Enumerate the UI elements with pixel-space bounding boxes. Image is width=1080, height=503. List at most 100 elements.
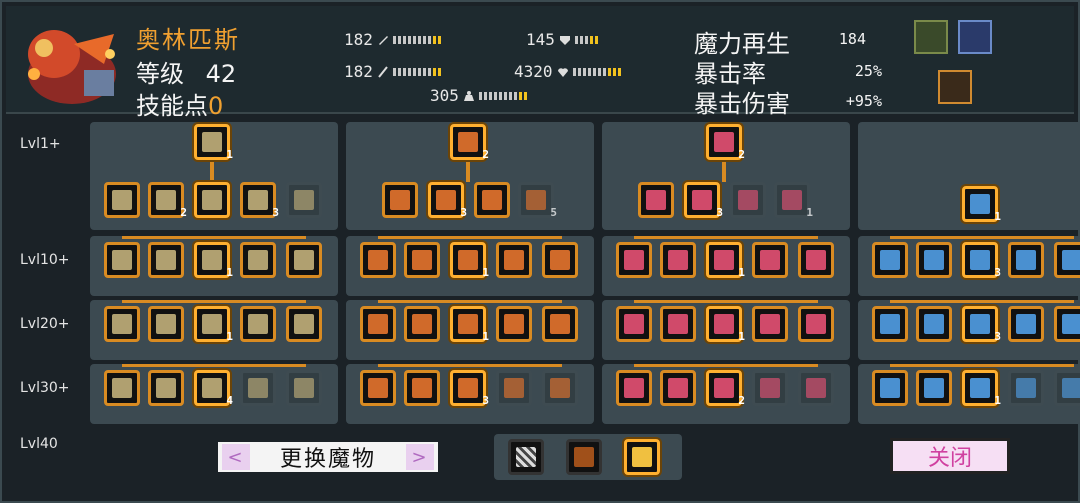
skill-glyph-icon xyxy=(668,250,688,270)
skill-node[interactable] xyxy=(104,242,140,278)
sparkle-skill-slot[interactable] xyxy=(624,439,660,475)
skill-node[interactable] xyxy=(496,306,532,342)
skill-node[interactable] xyxy=(730,182,766,218)
skill-node[interactable]: 3 xyxy=(428,182,467,219)
skill-node[interactable] xyxy=(496,242,532,278)
skill-node[interactable] xyxy=(1008,370,1044,406)
skill-node[interactable] xyxy=(752,306,788,342)
skill-glyph-icon xyxy=(714,314,734,334)
leaf-up-icon[interactable] xyxy=(914,20,948,54)
skill-node[interactable]: 4 xyxy=(194,370,233,407)
skill-node[interactable] xyxy=(616,306,652,342)
skill-node[interactable]: 1 xyxy=(194,242,233,279)
skill-node[interactable] xyxy=(104,182,140,218)
skill-node[interactable] xyxy=(872,242,908,278)
skill-node[interactable] xyxy=(638,182,674,218)
skill-glyph-icon xyxy=(970,314,990,334)
tree-connector xyxy=(890,300,1074,303)
skill-node[interactable] xyxy=(916,306,952,342)
fire-claw-skill-slot[interactable] xyxy=(566,439,602,475)
skill-node[interactable]: 2 xyxy=(706,370,745,407)
close-button[interactable]: 关闭 xyxy=(890,438,1010,474)
skill-node[interactable]: 3 xyxy=(962,306,1001,343)
skill-node[interactable] xyxy=(660,242,696,278)
skill-node[interactable] xyxy=(1008,306,1044,342)
skill-node[interactable] xyxy=(496,370,532,406)
skill-node[interactable] xyxy=(240,242,276,278)
skill-node[interactable] xyxy=(148,306,184,342)
skill-node[interactable] xyxy=(798,242,834,278)
skill-node[interactable] xyxy=(286,306,322,342)
skill-node[interactable]: 2 xyxy=(450,124,489,161)
skill-node[interactable] xyxy=(404,370,440,406)
skill-node[interactable] xyxy=(240,370,276,406)
skill-node[interactable] xyxy=(240,306,276,342)
skill-node[interactable]: 1 xyxy=(962,186,1001,223)
skill-node[interactable] xyxy=(360,306,396,342)
skill-node[interactable] xyxy=(148,370,184,406)
skill-node[interactable]: 5 xyxy=(518,182,557,219)
skill-node[interactable] xyxy=(872,370,908,406)
skill-node[interactable]: 2 xyxy=(706,124,745,161)
skill-node[interactable] xyxy=(916,370,952,406)
skill-node[interactable] xyxy=(1054,242,1080,278)
skill-node[interactable]: 1 xyxy=(706,306,745,343)
skill-node[interactable] xyxy=(148,242,184,278)
skill-node[interactable] xyxy=(404,242,440,278)
skill-node[interactable]: 3 xyxy=(240,182,279,219)
skill-node[interactable] xyxy=(660,306,696,342)
skill-node[interactable]: 1 xyxy=(450,242,489,279)
skill-node[interactable] xyxy=(286,242,322,278)
skill-node[interactable] xyxy=(542,370,578,406)
skill-node[interactable] xyxy=(916,242,952,278)
skill-node[interactable] xyxy=(104,306,140,342)
skill-node[interactable] xyxy=(798,370,834,406)
skill-node[interactable]: 2 xyxy=(148,182,187,219)
skill-node[interactable] xyxy=(1054,370,1080,406)
skill-node[interactable] xyxy=(616,370,652,406)
skill-node[interactable]: 1 xyxy=(194,306,233,343)
skill-node[interactable]: 1 xyxy=(962,370,1001,407)
skill-glyph-icon xyxy=(412,314,432,334)
skill-node[interactable]: 1 xyxy=(450,306,489,343)
skill-node[interactable] xyxy=(798,306,834,342)
skill-node[interactable] xyxy=(286,182,322,218)
skill-node[interactable] xyxy=(752,370,788,406)
bottom-bar: < 更换魔物 > 关闭 xyxy=(6,430,1074,500)
swap-monster-button[interactable]: < 更换魔物 > xyxy=(218,442,438,472)
skill-node[interactable] xyxy=(1008,242,1044,278)
skill-rank: 1 xyxy=(226,266,233,279)
skill-node[interactable] xyxy=(382,182,418,218)
skill-node[interactable] xyxy=(1054,306,1080,342)
fire-shield-icon[interactable] xyxy=(958,20,992,54)
skill-node[interactable] xyxy=(360,370,396,406)
prev-monster-button[interactable]: < xyxy=(222,444,250,470)
skill-node[interactable] xyxy=(286,370,322,406)
skill-node[interactable] xyxy=(616,242,652,278)
skill-node[interactable] xyxy=(194,182,230,218)
skill-glyph-icon xyxy=(970,194,990,214)
skill-node[interactable] xyxy=(542,242,578,278)
skill-node[interactable]: 3 xyxy=(684,182,723,219)
skill-node[interactable] xyxy=(474,182,510,218)
stripe-skill-slot[interactable] xyxy=(508,439,544,475)
skill-node[interactable] xyxy=(752,242,788,278)
skill-rank: 1 xyxy=(994,394,1001,407)
skill-node[interactable] xyxy=(104,370,140,406)
skill-node[interactable] xyxy=(660,370,696,406)
skill-glyph-icon xyxy=(806,250,826,270)
skill-node[interactable] xyxy=(542,306,578,342)
sparkle-icon[interactable] xyxy=(938,70,972,104)
skill-glyph-icon xyxy=(924,378,944,398)
skill-glyph-icon xyxy=(668,314,688,334)
skill-node[interactable]: 1 xyxy=(774,182,813,219)
skill-node[interactable]: 1 xyxy=(706,242,745,279)
skill-node[interactable] xyxy=(360,242,396,278)
next-monster-button[interactable]: > xyxy=(406,444,434,470)
skill-node[interactable] xyxy=(872,306,908,342)
skill-node[interactable]: 1 xyxy=(194,124,233,161)
skill-node[interactable] xyxy=(404,306,440,342)
skill-glyph-icon xyxy=(1016,378,1036,398)
skill-node[interactable]: 3 xyxy=(962,242,1001,279)
skill-node[interactable]: 3 xyxy=(450,370,489,407)
